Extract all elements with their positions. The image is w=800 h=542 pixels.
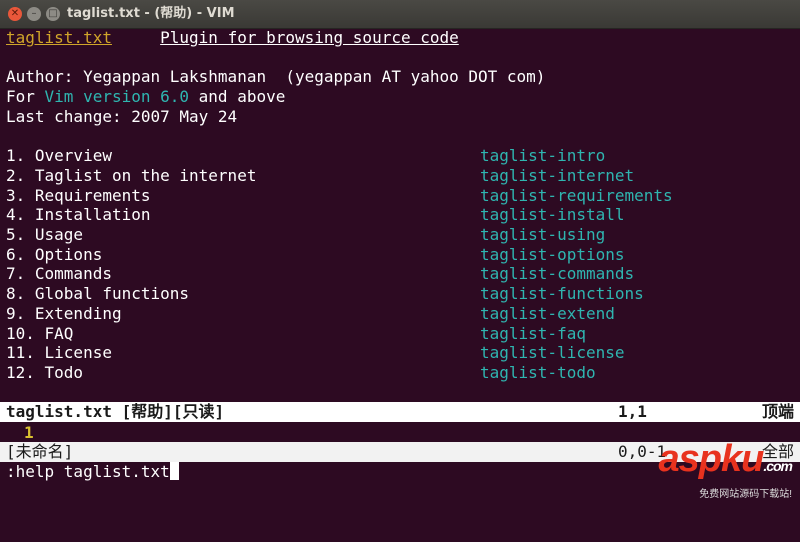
toc-item-label: 3. Requirements — [6, 186, 151, 205]
author-line: Author: Yegappan Lakshmanan (yegappan AT… — [6, 67, 546, 86]
statusline-position: 1,1 — [618, 402, 647, 421]
help-header: taglist.txt Plugin for browsing source c… — [6, 28, 459, 48]
close-icon[interactable]: ✕ — [8, 7, 22, 21]
help-window-statusline[interactable]: taglist.txt [帮助][只读] 1,1 顶端 — [0, 402, 800, 422]
line-number: 1 — [24, 423, 34, 442]
toc-tag-link[interactable]: taglist-faq — [480, 324, 586, 344]
vim-version-link[interactable]: Vim version 6.0 — [45, 87, 190, 106]
toc-item-label: 2. Taglist on the internet — [6, 166, 257, 185]
statusline-percent: 顶端 — [761, 402, 794, 421]
toc-item-label: 10. FAQ — [6, 324, 74, 343]
version-suffix: and above — [189, 87, 286, 106]
maximize-icon[interactable]: □ — [46, 7, 60, 21]
statusline-filename: [未命名] — [6, 442, 74, 461]
toc-item-label: 9. Extending — [6, 304, 122, 323]
vim-terminal[interactable]: taglist.txt Plugin for browsing source c… — [0, 28, 800, 506]
toc-item-label: 5. Usage — [6, 225, 84, 244]
toc-item-label: 1. Overview — [6, 146, 112, 165]
watermark-tld: .com — [763, 458, 793, 474]
toc-tag-link[interactable]: taglist-internet — [480, 166, 634, 186]
window-title: taglist.txt - (帮助) - VIM — [67, 6, 235, 21]
text-cursor — [169, 462, 179, 480]
toc-tag-link[interactable]: taglist-todo — [480, 363, 596, 383]
toc-tag-link[interactable]: taglist-options — [480, 245, 625, 265]
minimize-icon[interactable]: – — [27, 7, 41, 21]
help-description: Plugin for browsing source code — [160, 28, 459, 47]
toc-tag-link[interactable]: taglist-intro — [480, 146, 605, 166]
watermark-tagline: 免费网站源码下载站! — [699, 489, 792, 500]
toc-item-label: 6. Options — [6, 245, 103, 264]
window-titlebar[interactable]: ✕ – □ taglist.txt - (帮助) - VIM — [0, 0, 800, 29]
statusline-filename: taglist.txt [帮助][只读] — [6, 402, 225, 421]
toc-tag-link[interactable]: taglist-commands — [480, 264, 634, 284]
watermark-logo: aspku — [658, 438, 764, 480]
toc-tag-link[interactable]: taglist-using — [480, 225, 605, 245]
toc-item-label: 8. Global functions — [6, 284, 190, 303]
command-line[interactable]: :help taglist.txt — [6, 462, 179, 482]
toc-tag-link[interactable]: taglist-requirements — [480, 186, 673, 206]
toc-tag-link[interactable]: taglist-install — [480, 205, 625, 225]
command-text: :help taglist.txt — [6, 462, 170, 481]
toc-item-label: 4. Installation — [6, 205, 151, 224]
toc-item-label: 7. Commands — [6, 264, 112, 283]
last-change-line: Last change: 2007 May 24 — [6, 107, 238, 126]
toc-tag-link[interactable]: taglist-license — [480, 343, 625, 363]
toc-item-label: 12. Todo — [6, 363, 84, 382]
toc-tag-link[interactable]: taglist-functions — [480, 284, 644, 304]
toc-item-label: 11. License — [6, 343, 112, 362]
version-prefix: For — [6, 87, 45, 106]
version-line: For Vim version 6.0 and above — [6, 87, 285, 107]
toc-tag-link[interactable]: taglist-extend — [480, 304, 615, 324]
help-file-name[interactable]: taglist.txt — [6, 28, 112, 47]
site-watermark: aspku.com 免费网站源码下载站! — [658, 438, 793, 500]
